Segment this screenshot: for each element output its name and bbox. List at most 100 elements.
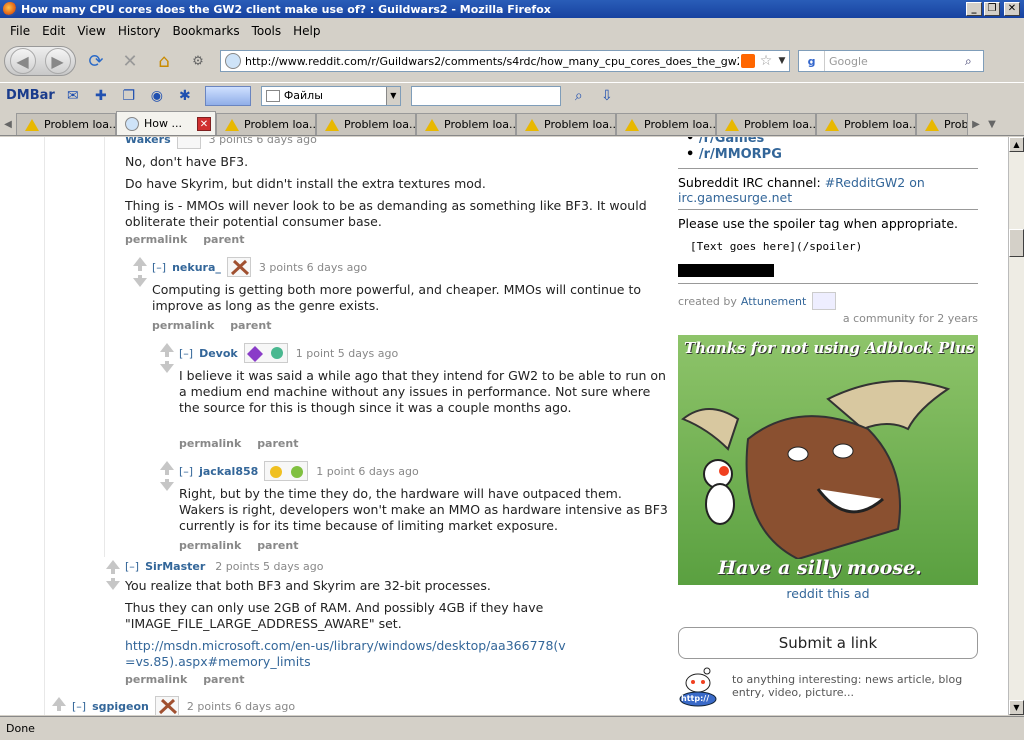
link-r-games[interactable]: /r/Games — [699, 137, 764, 146]
menu-edit[interactable]: Edit — [36, 24, 71, 38]
warning-icon — [725, 118, 739, 131]
tab-problem-loading[interactable]: Problem loa... — [16, 113, 116, 135]
tab-scroll-left-icon[interactable]: ◀ — [0, 113, 16, 135]
page-scrollbar[interactable]: ▲ ▼ — [1008, 137, 1024, 715]
tab-problem-loading[interactable]: Prob — [916, 113, 968, 135]
menu-file[interactable]: File — [4, 24, 36, 38]
bookmark-star-icon[interactable]: ☆ — [757, 53, 775, 69]
scroll-up-icon[interactable]: ▲ — [1009, 137, 1024, 152]
url-dropdown-icon[interactable]: ▼ — [775, 56, 789, 66]
maximize-button[interactable]: ❐ — [984, 2, 1000, 16]
dm-windows-icon[interactable]: ❐ — [119, 86, 139, 106]
tab-current[interactable]: How ... ✕ — [116, 111, 216, 135]
dmbar-label[interactable]: DMBar — [6, 88, 55, 103]
dm-globe-icon[interactable]: ◉ — [147, 86, 167, 106]
warning-icon — [925, 118, 939, 131]
url-bar[interactable]: http://www.reddit.com/r/Guildwars2/comme… — [220, 50, 790, 72]
downvote-icon[interactable] — [160, 364, 174, 373]
dm-plugin-icon[interactable]: ✱ — [175, 86, 195, 106]
close-window-button[interactable]: ✕ — [1004, 2, 1020, 16]
collapse-toggle[interactable]: [–] — [179, 347, 193, 360]
upvote-icon[interactable] — [160, 343, 174, 352]
menu-history[interactable]: History — [112, 24, 167, 38]
comment-author[interactable]: Devok — [199, 347, 238, 360]
downvote-icon[interactable] — [133, 278, 147, 287]
forward-button[interactable]: ▶ — [44, 48, 71, 74]
tab-scroll-right-icon[interactable]: ▶ — [968, 113, 984, 135]
upvote-icon[interactable] — [106, 560, 120, 569]
scroll-down-icon[interactable]: ▼ — [1009, 700, 1024, 715]
collapse-toggle[interactable]: [–] — [72, 700, 86, 713]
collapse-toggle[interactable]: [–] — [152, 261, 166, 274]
comment-author[interactable]: SirMaster — [145, 560, 205, 573]
tab-problem-loading[interactable]: Problem loa... — [616, 113, 716, 135]
dropdown-arrow-icon[interactable]: ▼ — [385, 86, 400, 105]
reload-icon[interactable]: ⟳ — [82, 47, 110, 75]
dm-chat-icon[interactable]: ✉ — [63, 86, 83, 106]
search-icon[interactable]: ⌕ — [965, 54, 983, 69]
flair-icon — [243, 343, 288, 363]
url-text[interactable]: http://www.reddit.com/r/Guildwars2/comme… — [245, 55, 739, 68]
comment-author[interactable]: Wakers — [125, 137, 171, 146]
tab-label: Problem loa... — [644, 118, 716, 131]
dm-folder-select[interactable]: Файлы ▼ — [260, 85, 401, 106]
permalink-link[interactable]: permalink — [152, 319, 214, 332]
tab-problem-loading[interactable]: Problem loa... — [216, 113, 316, 135]
scroll-thumb[interactable] — [1009, 229, 1024, 257]
parent-link[interactable]: parent — [257, 539, 298, 552]
downvote-icon[interactable] — [106, 581, 120, 590]
comment-body: You realize that both BF3 and Skyrim are… — [125, 578, 575, 676]
permalink-link[interactable]: permalink — [179, 539, 241, 552]
menu-bookmarks[interactable]: Bookmarks — [167, 24, 246, 38]
permalink-link[interactable]: permalink — [125, 673, 187, 686]
upvote-icon[interactable] — [160, 461, 174, 470]
parent-link[interactable]: parent — [203, 233, 244, 246]
tab-problem-loading[interactable]: Problem loa... — [816, 113, 916, 135]
tab-problem-loading[interactable]: Problem loa... — [416, 113, 516, 135]
menu-help[interactable]: Help — [287, 24, 326, 38]
dm-search-icon[interactable]: ⌕ — [569, 86, 589, 106]
comment-author[interactable]: sgpigeon — [92, 700, 149, 713]
dm-hand-button[interactable] — [204, 85, 251, 106]
status-text: Done — [6, 722, 35, 735]
spoiler-bar[interactable] — [678, 264, 774, 277]
home-icon[interactable]: ⌂ — [150, 47, 178, 75]
upvote-icon[interactable] — [133, 257, 147, 266]
parent-link[interactable]: parent — [257, 437, 298, 450]
tab-problem-loading[interactable]: Problem loa... — [316, 113, 416, 135]
permalink-link[interactable]: permalink — [125, 233, 187, 246]
link-r-mmorpg[interactable]: /r/MMORPG — [699, 147, 782, 162]
close-tab-icon[interactable]: ✕ — [197, 116, 211, 131]
addon-icon[interactable]: ⚙ — [184, 47, 212, 75]
tab-problem-loading[interactable]: Problem loa... — [716, 113, 816, 135]
search-bar[interactable]: g Google ⌕ — [798, 50, 984, 72]
rss-icon[interactable] — [741, 54, 755, 68]
permalink-link[interactable]: permalink — [179, 437, 241, 450]
google-icon[interactable]: g — [799, 51, 825, 71]
comment-author[interactable]: nekura_ — [172, 261, 221, 274]
dm-search-input[interactable] — [410, 85, 561, 106]
tab-problem-loading[interactable]: Problem loa... — [516, 113, 616, 135]
vote-arrows — [106, 560, 120, 590]
menu-tools[interactable]: Tools — [246, 24, 288, 38]
back-button[interactable]: ◀ — [9, 48, 36, 74]
sponsored-ad-image[interactable]: Thanks for not using Adblock Plus Have a… — [678, 335, 978, 585]
parent-link[interactable]: parent — [230, 319, 271, 332]
parent-link[interactable]: parent — [203, 673, 244, 686]
downvote-icon[interactable] — [160, 482, 174, 491]
collapse-toggle[interactable]: [–] — [179, 465, 193, 478]
creator-link[interactable]: Attunement — [741, 295, 806, 308]
dm-add-icon[interactable]: ✚ — [91, 86, 111, 106]
reddit-this-ad-link[interactable]: reddit this ad — [786, 586, 869, 601]
collapse-toggle[interactable]: [–] — [125, 560, 139, 573]
minimize-button[interactable]: _ — [966, 2, 982, 16]
stop-icon[interactable]: ✕ — [116, 47, 144, 75]
msdn-link[interactable]: http://msdn.microsoft.com/en-us/library/… — [125, 638, 566, 669]
dm-download-icon[interactable]: ⇩ — [597, 86, 617, 106]
upvote-icon[interactable] — [52, 697, 66, 706]
menu-view[interactable]: View — [71, 24, 111, 38]
tab-list-icon[interactable]: ▼ — [984, 113, 1000, 135]
search-input[interactable]: Google — [825, 55, 965, 68]
comment-author[interactable]: jackal858 — [199, 465, 258, 478]
submit-link-button[interactable]: Submit a link — [678, 627, 978, 659]
